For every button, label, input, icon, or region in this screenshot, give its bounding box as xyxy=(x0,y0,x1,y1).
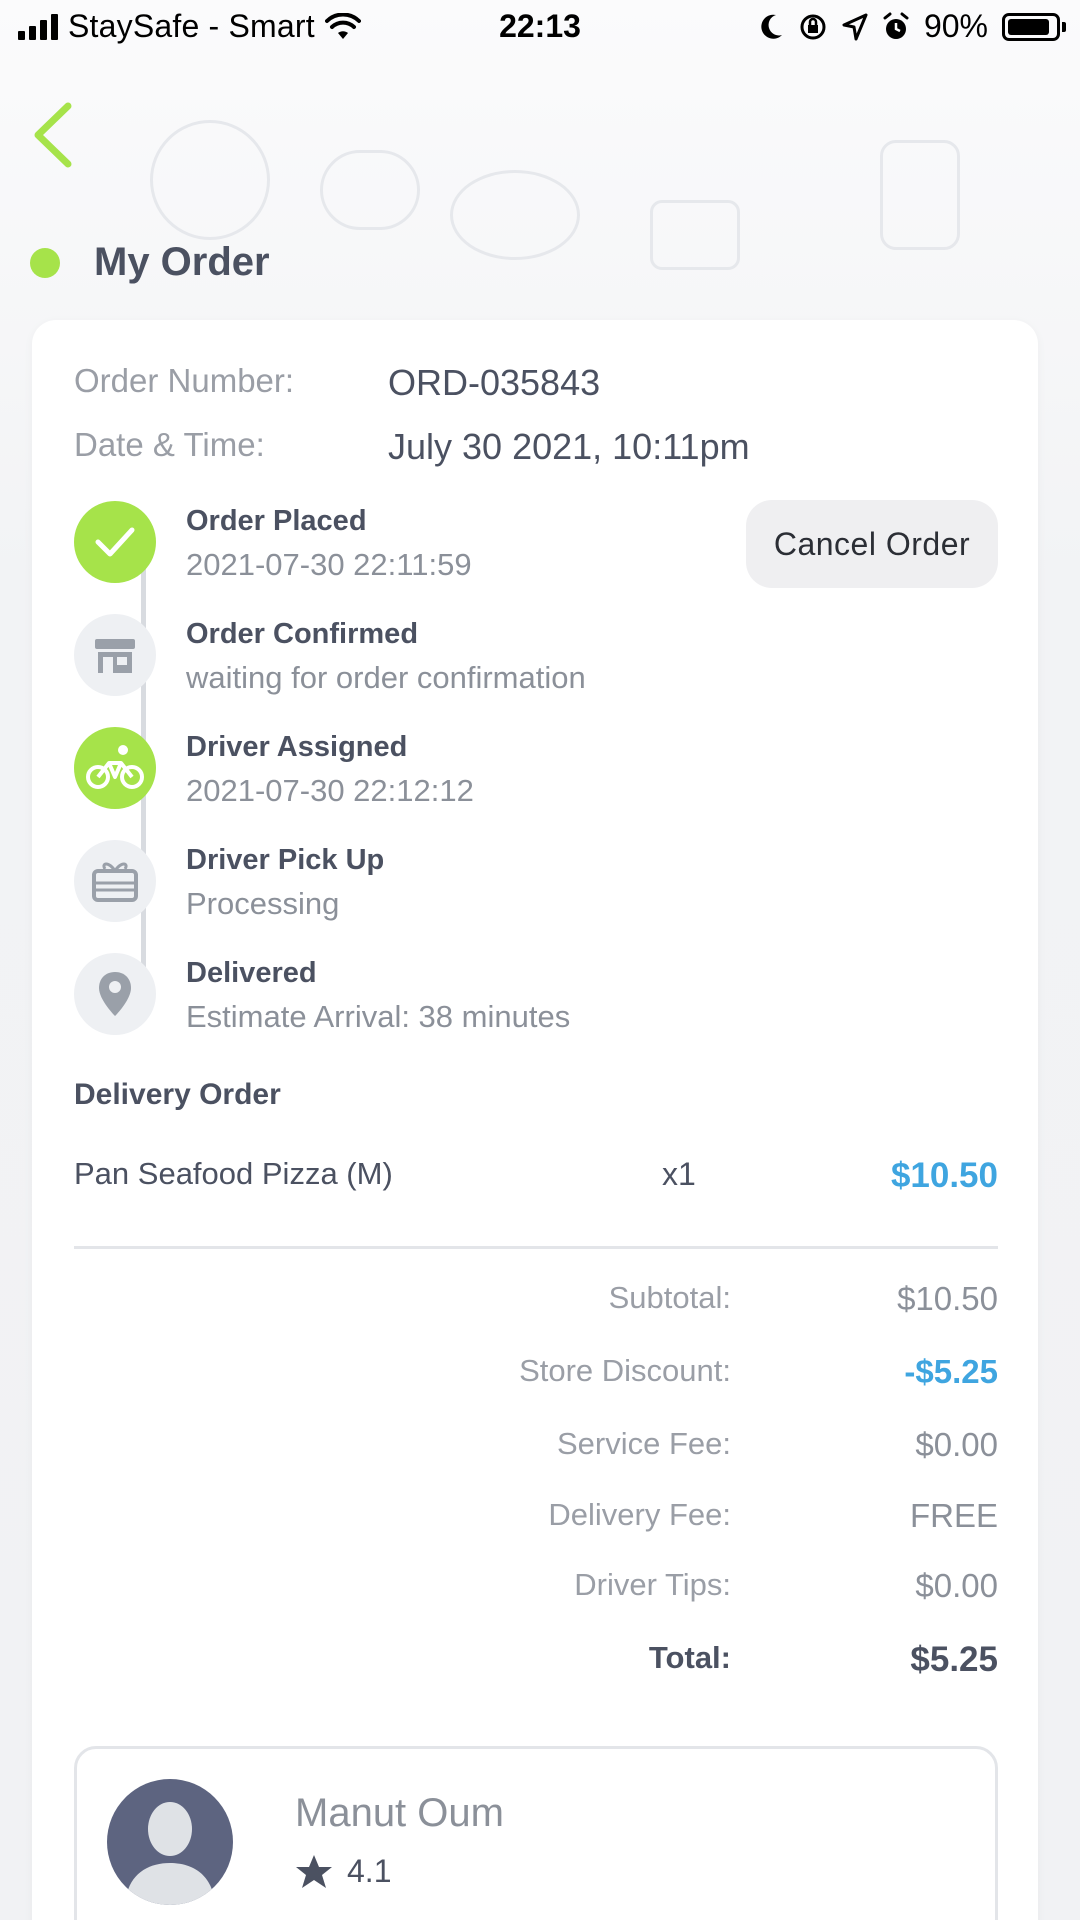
cancel-order-button[interactable]: Cancel Order xyxy=(746,500,998,588)
item-name: Pan Seafood Pizza (M) xyxy=(74,1156,393,1191)
service-fee-row: Service Fee: $0.00 xyxy=(74,1426,998,1470)
step-title: Order Confirmed xyxy=(186,618,419,650)
delivery-order-heading: Delivery Order xyxy=(74,1078,281,1111)
timeline-step-driver-pick-up: Driver Pick Up Processing xyxy=(74,840,974,924)
step-subtitle: 2021-07-30 22:12:12 xyxy=(186,773,474,808)
delivery-fee-row: Delivery Fee: FREE xyxy=(74,1497,998,1541)
battery-icon xyxy=(1002,12,1066,41)
alarm-icon xyxy=(883,12,909,39)
step-title: Driver Assigned xyxy=(186,731,408,763)
store-discount-row: Store Discount: -$5.25 xyxy=(74,1353,998,1397)
background-doodle xyxy=(450,170,580,260)
step-subtitle: waiting for order confirmation xyxy=(186,660,586,695)
order-screen: StaySafe - Smart 22:13 90% My Order Orde… xyxy=(0,0,1080,1920)
service-fee-value: $0.00 xyxy=(915,1426,998,1463)
date-time-label: Date & Time: xyxy=(74,426,265,463)
moon-icon xyxy=(761,14,782,39)
orientation-lock-icon xyxy=(800,14,826,39)
subtotal-label: Subtotal: xyxy=(608,1280,731,1315)
timeline-step-driver-assigned: Driver Assigned 2021-07-30 22:12:12 xyxy=(74,727,974,811)
background-doodle xyxy=(150,120,270,240)
step-title: Driver Pick Up xyxy=(186,844,385,876)
total-value: $5.25 xyxy=(910,1640,998,1679)
timeline-step-delivered: Delivered Estimate Arrival: 38 minutes xyxy=(74,953,974,1037)
star-icon xyxy=(296,1854,332,1888)
bicycle-icon xyxy=(74,727,156,809)
step-title: Order Placed xyxy=(186,505,367,537)
location-pin-icon xyxy=(74,953,156,1035)
driver-name: Manut Oum xyxy=(295,1791,504,1835)
status-bar: StaySafe - Smart 22:13 90% xyxy=(0,0,1080,56)
date-time-value: July 30 2021, 10:11pm xyxy=(388,426,750,467)
store-discount-label: Store Discount: xyxy=(519,1353,731,1388)
gift-box-icon xyxy=(74,840,156,922)
order-number-value: ORD-035843 xyxy=(388,362,601,403)
step-subtitle: Estimate Arrival: 38 minutes xyxy=(186,999,571,1034)
driver-tips-value: $0.00 xyxy=(915,1567,998,1604)
delivery-fee-label: Delivery Fee: xyxy=(548,1497,731,1532)
battery-percent: 90% xyxy=(923,8,988,44)
total-row: Total: $5.25 xyxy=(74,1640,998,1684)
user-silhouette-icon xyxy=(125,1802,215,1905)
divider xyxy=(74,1246,998,1249)
timeline-step-order-confirmed: Order Confirmed waiting for order confir… xyxy=(74,614,974,698)
page-title: My Order xyxy=(94,240,270,284)
driver-card[interactable]: Manut Oum 4.1 xyxy=(74,1746,998,1920)
background-doodle xyxy=(650,200,740,270)
driver-tips-row: Driver Tips: $0.00 xyxy=(74,1567,998,1611)
step-title: Delivered xyxy=(186,957,317,989)
order-item-row: Pan Seafood Pizza (M) x1 $10.50 xyxy=(74,1156,998,1206)
subtotal-row: Subtotal: $10.50 xyxy=(74,1280,998,1324)
check-icon xyxy=(74,501,156,583)
step-subtitle: Processing xyxy=(186,886,340,921)
item-quantity: x1 xyxy=(662,1156,696,1192)
back-button[interactable] xyxy=(28,100,84,170)
step-subtitle: 2021-07-30 22:11:59 xyxy=(186,547,472,582)
delivery-fee-value: FREE xyxy=(909,1497,998,1534)
driver-rating: 4.1 xyxy=(295,1853,391,1890)
item-price: $10.50 xyxy=(890,1156,998,1195)
subtotal-value: $10.50 xyxy=(897,1280,998,1317)
page-header: My Order xyxy=(30,240,270,285)
background-doodle xyxy=(880,140,960,250)
order-card: Order Number: ORD-035843 Date & Time: Ju… xyxy=(32,320,1038,1920)
rating-value: 4.1 xyxy=(347,1853,392,1889)
order-number-label: Order Number: xyxy=(74,362,295,399)
avatar xyxy=(107,1779,233,1905)
service-fee-label: Service Fee: xyxy=(556,1426,731,1461)
background-doodle xyxy=(320,150,420,230)
store-icon xyxy=(74,614,156,696)
driver-tips-label: Driver Tips: xyxy=(574,1567,731,1602)
location-arrow-icon xyxy=(842,13,868,40)
status-dot xyxy=(30,247,60,278)
total-label: Total: xyxy=(648,1640,731,1675)
chevron-left-icon xyxy=(34,102,72,168)
store-discount-value: -$5.25 xyxy=(904,1353,998,1390)
